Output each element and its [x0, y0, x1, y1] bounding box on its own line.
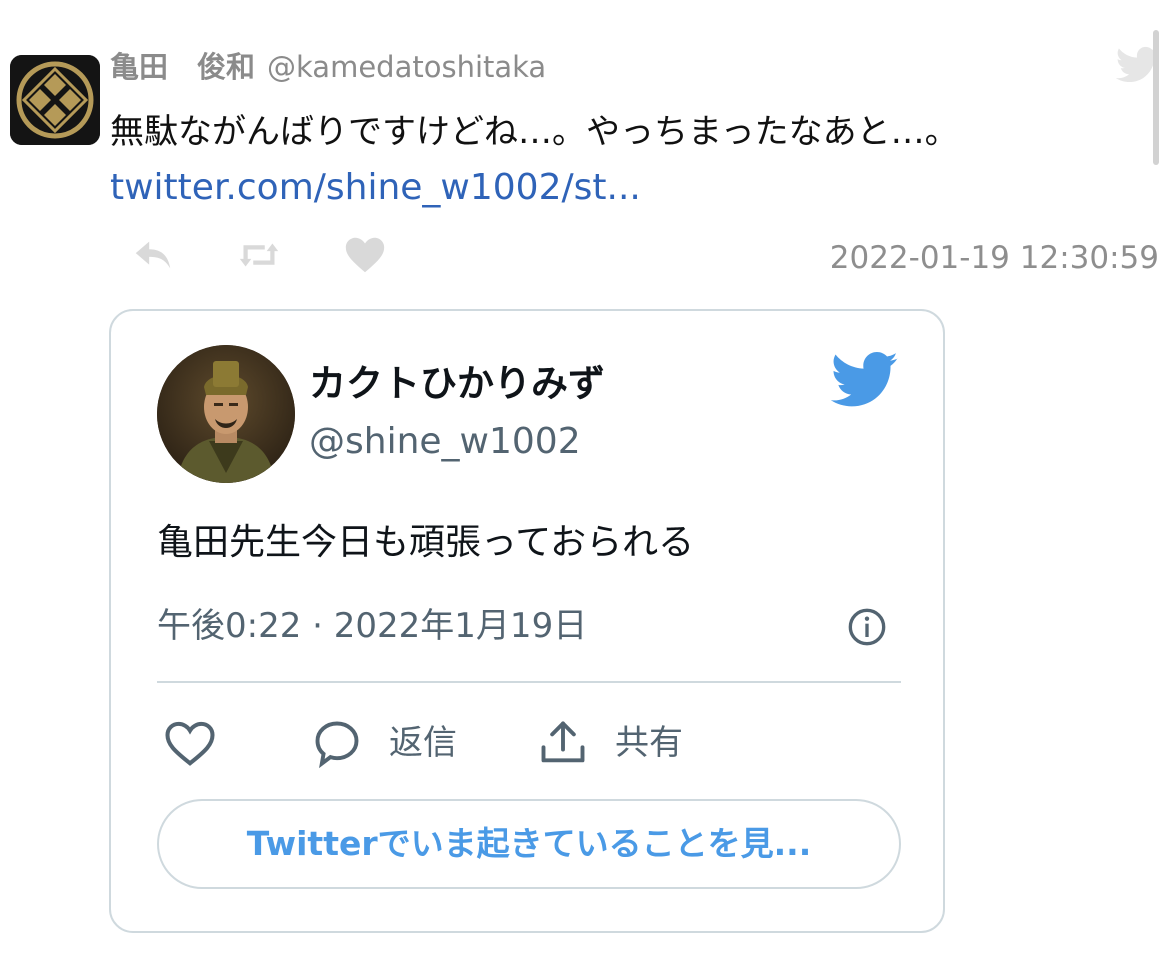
share-label: 共有: [615, 723, 683, 763]
share-icon: [541, 721, 585, 763]
warrior-portrait-icon: [157, 345, 295, 483]
embedded-tweet-text: 亀田先生今日も頑張っておられる: [157, 522, 695, 563]
embedded-reply-button[interactable]: 返信: [311, 715, 457, 771]
card-divider: [157, 681, 901, 683]
author-avatar[interactable]: [10, 55, 100, 145]
like-icon[interactable]: [342, 232, 388, 278]
retweet-icon[interactable]: [236, 232, 282, 278]
twitter-cta-button[interactable]: Twitterでいま起きていることを見...: [157, 799, 901, 889]
author-name[interactable]: 亀田 俊和: [110, 50, 255, 84]
reply-icon[interactable]: [130, 232, 176, 278]
speech-bubble-icon: [315, 721, 359, 769]
info-icon[interactable]: [847, 607, 887, 647]
tweet-timestamp: 2022-01-19 12:30:59: [829, 240, 1159, 276]
embedded-author-name[interactable]: カクトひかりみず: [309, 359, 605, 409]
embedded-author-handle[interactable]: @shine_w1002: [309, 417, 581, 467]
embedded-author-avatar[interactable]: [157, 345, 295, 483]
tweet-link[interactable]: twitter.com/shine_w1002/st...: [110, 164, 641, 212]
reply-label: 返信: [389, 723, 457, 763]
embedded-tweet-time[interactable]: 午後0:22 · 2022年1月19日: [157, 601, 587, 651]
twitter-bird-icon[interactable]: [831, 351, 899, 409]
tweet-header: 亀田 俊和 @kamedatoshitaka: [110, 45, 546, 89]
heart-outline-icon: [165, 721, 215, 766]
embedded-share-button[interactable]: 共有: [537, 715, 683, 771]
tweet-text: 無駄ながんばりですけどね…。やっちまったなあと…。: [110, 112, 959, 152]
author-handle[interactable]: @kamedatoshitaka: [267, 50, 546, 84]
embedded-like-button[interactable]: [163, 715, 217, 771]
scrollbar-thumb[interactable]: [1153, 30, 1159, 165]
embedded-tweet-card[interactable]: カクトひかりみず @shine_w1002 亀田先生今日も頑張っておられる 午後…: [109, 309, 945, 933]
family-crest-icon: [10, 55, 100, 145]
